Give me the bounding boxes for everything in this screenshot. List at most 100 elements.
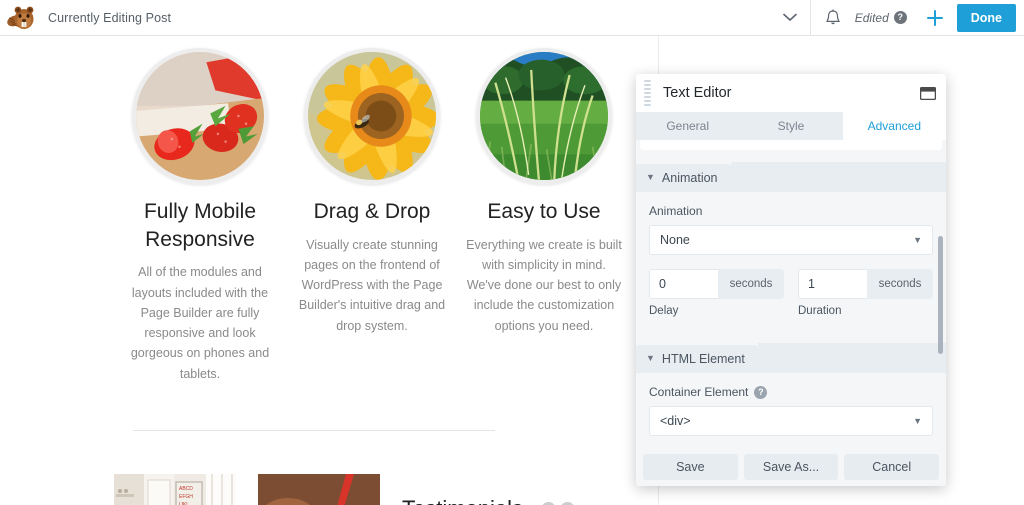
panel-tabs: General Style Advanced: [636, 112, 946, 140]
svg-text:ABCD: ABCD: [179, 486, 193, 492]
editing-status-label: Currently Editing Post: [44, 11, 171, 25]
chevron-right-icon[interactable]: ›: [560, 502, 575, 505]
strawberries-photo-icon: [136, 52, 264, 180]
delay-input-group: seconds: [649, 269, 784, 299]
testimonials-row: ABCDEFGH IJKL: [114, 474, 630, 505]
section-header-fill: [758, 343, 946, 373]
testimonials-title: Testimonials: [402, 496, 523, 505]
svg-text:EFGH: EFGH: [179, 494, 193, 500]
panel-body: ▼ Animation Animation None ▼: [636, 140, 946, 448]
tab-panel-cap: [640, 140, 942, 150]
chevron-left-icon[interactable]: ‹: [541, 502, 556, 505]
section-animation-header[interactable]: ▼ Animation: [636, 164, 731, 192]
help-icon[interactable]: ?: [754, 386, 767, 399]
tab-advanced[interactable]: Advanced: [843, 112, 946, 140]
hand-drawing-photo-icon: [258, 474, 380, 505]
container-element-label: Container Element ?: [649, 385, 933, 399]
help-icon[interactable]: ?: [894, 11, 907, 24]
add-content-button[interactable]: [917, 0, 953, 36]
feature-column: Drag & Drop Visually create stunning pag…: [286, 48, 458, 384]
section-html-content: Container Element ? <div> ▼: [636, 373, 946, 448]
editing-dropdown-toggle[interactable]: [770, 0, 810, 36]
section-animation: ▼ Animation Animation None ▼: [636, 162, 946, 331]
chevron-down-icon: ▼: [913, 416, 922, 426]
duration-caption: Duration: [798, 305, 933, 317]
sunflower-photo[interactable]: [304, 48, 440, 184]
container-element-label-text: Container Element: [649, 385, 748, 399]
circle-image-wrap: [464, 48, 624, 184]
chevron-down-icon: ▼: [646, 353, 655, 363]
duration-input[interactable]: [798, 269, 867, 299]
chevron-down-icon: [783, 13, 797, 22]
beaver-builder-editor: Currently Editing Post Edited ?: [0, 0, 1024, 505]
delay-field: seconds Delay: [649, 269, 784, 317]
drag-handle-icon[interactable]: [642, 80, 653, 106]
panel-title: Text Editor: [663, 85, 920, 101]
dock-window-icon[interactable]: [920, 87, 936, 100]
feature-column: Easy to Use Everything we create is buil…: [458, 48, 630, 384]
interior-room-photo-icon: ABCDEFGH IJKL: [114, 474, 236, 505]
section-animation-headrow: ▼ Animation: [636, 162, 946, 192]
section-html-title: HTML Element: [662, 352, 745, 366]
edited-label: Edited: [855, 11, 889, 25]
bell-icon: [825, 9, 841, 27]
section-animation-content: Animation None ▼ seconds Delay: [636, 192, 946, 331]
panel-scrollbar[interactable]: [938, 236, 943, 354]
circle-image-wrap: [120, 48, 280, 184]
notifications-button[interactable]: [811, 0, 855, 36]
tab-general[interactable]: General: [636, 112, 739, 140]
animation-select-value: None: [660, 233, 690, 247]
feature-title: Easy to Use: [464, 198, 624, 226]
beaver-logo[interactable]: [0, 0, 44, 36]
admin-bar-actions: Edited ? Done: [855, 0, 1024, 36]
testimonials-header: Testimonials ‹ ›: [402, 474, 575, 505]
feature-body: All of the modules and layouts included …: [120, 262, 280, 384]
container-element-value: <div>: [660, 414, 691, 428]
module-settings-panel: Text Editor General Style Advanced ▼ Ani: [636, 74, 946, 486]
feature-title: Drag & Drop: [292, 198, 452, 226]
beaver-logo-icon: [7, 4, 37, 32]
feature-columns: Fully Mobile Responsive All of the modul…: [114, 48, 630, 384]
save-as-button[interactable]: Save As...: [744, 454, 839, 480]
sunflower-photo-icon: [308, 52, 436, 180]
delay-unit-label: seconds: [718, 269, 784, 299]
chevron-down-icon: ▼: [913, 235, 922, 245]
section-header-fill: [731, 162, 946, 192]
panel-header: Text Editor: [636, 74, 946, 112]
section-html-headrow: ▼ HTML Element: [636, 343, 946, 373]
feature-body: Everything we create is built with simpl…: [464, 235, 624, 336]
admin-bar: Currently Editing Post Edited ?: [0, 0, 1024, 36]
save-button[interactable]: Save: [643, 454, 738, 480]
plus-icon: [925, 8, 945, 28]
grass-field-photo[interactable]: [476, 48, 612, 184]
hand-drawing-photo[interactable]: [258, 474, 380, 505]
interior-room-photo[interactable]: ABCDEFGH IJKL: [114, 474, 236, 505]
animation-field-label: Animation: [649, 204, 933, 218]
section-html-header[interactable]: ▼ HTML Element: [636, 345, 758, 373]
content-divider: [133, 430, 495, 431]
tab-style[interactable]: Style: [739, 112, 842, 140]
section-animation-title: Animation: [662, 171, 718, 185]
done-button[interactable]: Done: [957, 4, 1016, 32]
section-html-element: ▼ HTML Element Container Element ? <div>…: [636, 343, 946, 448]
panel-scroll-area: ▼ Animation Animation None ▼: [636, 140, 946, 448]
feature-column: Fully Mobile Responsive All of the modul…: [114, 48, 286, 384]
feature-title: Fully Mobile Responsive: [120, 198, 280, 253]
duration-unit-label: seconds: [867, 269, 933, 299]
animation-timing-row: seconds Delay seconds Duration: [649, 269, 933, 317]
grass-field-photo-icon: [480, 52, 608, 180]
delay-input[interactable]: [649, 269, 718, 299]
strawberries-photo[interactable]: [132, 48, 268, 184]
panel-footer: Save Save As... Cancel: [636, 448, 946, 486]
animation-select[interactable]: None ▼: [649, 225, 933, 255]
testimonials-nav: ‹ ›: [541, 502, 575, 505]
cancel-button[interactable]: Cancel: [844, 454, 939, 480]
duration-input-group: seconds: [798, 269, 933, 299]
chevron-down-icon: ▼: [646, 172, 655, 182]
feature-body: Visually create stunning pages on the fr…: [292, 235, 452, 336]
container-element-select[interactable]: <div> ▼: [649, 406, 933, 436]
delay-caption: Delay: [649, 305, 784, 317]
circle-image-wrap: [292, 48, 452, 184]
edited-status: Edited ?: [855, 11, 917, 25]
duration-field: seconds Duration: [798, 269, 933, 317]
